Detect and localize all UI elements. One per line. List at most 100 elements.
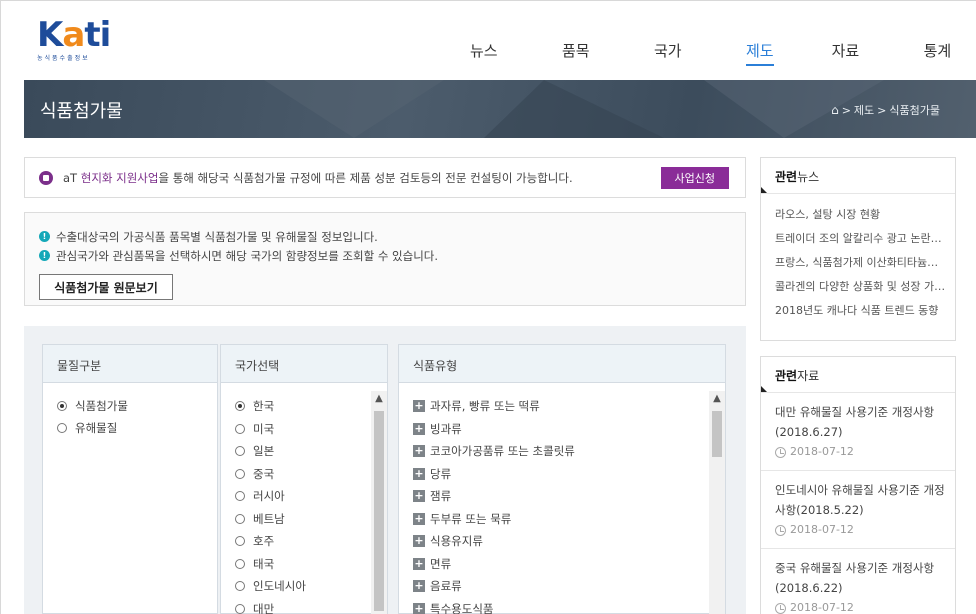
scroll-up-icon[interactable]: ▲ bbox=[371, 393, 387, 404]
country-option[interactable]: 태국 bbox=[235, 553, 387, 576]
data-item[interactable]: 중국 유해물질 사용기준 개정사항(2018.6.22) 2018-07-12 bbox=[761, 549, 955, 614]
country-scrollbar[interactable]: ▲ bbox=[371, 391, 387, 614]
food-type-item[interactable]: + 코코아가공품류 또는 초콜릿류 bbox=[413, 440, 725, 463]
radio-unchecked[interactable] bbox=[235, 491, 245, 502]
apply-button[interactable]: 사업신청 bbox=[660, 167, 729, 189]
radio-unchecked[interactable] bbox=[235, 468, 245, 479]
radio-checked[interactable] bbox=[57, 401, 67, 412]
option-label: 식품첨가물 bbox=[75, 399, 128, 414]
data-item-title[interactable]: 대만 유해물질 사용기준 개정사항(2018.6.27) bbox=[775, 402, 945, 442]
option-label: 태국 bbox=[253, 556, 275, 571]
radio-unchecked[interactable] bbox=[235, 423, 245, 434]
news-link[interactable]: 프랑스, 식품첨가제 이산화티타늄… bbox=[761, 251, 955, 275]
notice-icon bbox=[39, 170, 53, 185]
country-option[interactable]: 호주 bbox=[235, 530, 387, 553]
expand-plus-icon[interactable]: + bbox=[413, 602, 425, 614]
radio-unchecked[interactable] bbox=[235, 558, 245, 569]
expand-plus-icon[interactable]: + bbox=[413, 557, 425, 570]
breadcrumb-item[interactable]: 제도 bbox=[854, 102, 874, 118]
option-label: 호주 bbox=[253, 534, 275, 549]
notice-prefix: aT bbox=[63, 170, 81, 185]
country-option[interactable]: 미국 bbox=[235, 418, 387, 441]
expand-plus-icon[interactable]: + bbox=[413, 535, 425, 548]
related-data-box: 관련자료 대만 유해물질 사용기준 개정사항(2018.6.27) 2018-0… bbox=[760, 356, 956, 614]
scroll-thumb[interactable] bbox=[374, 411, 384, 611]
clock-icon bbox=[775, 602, 786, 614]
food-type-label: 면류 bbox=[430, 556, 452, 571]
country-option[interactable]: 인도네시아 bbox=[235, 575, 387, 598]
title-bold: 관련 bbox=[775, 170, 798, 184]
radio-checked[interactable] bbox=[235, 401, 245, 412]
title-bold: 관련 bbox=[775, 369, 798, 383]
nav-item-data[interactable]: 자료 bbox=[832, 40, 924, 66]
nav-item-items[interactable]: 품목 bbox=[562, 40, 654, 66]
expand-plus-icon[interactable]: + bbox=[413, 400, 425, 413]
nav-item-stats[interactable]: 통계 bbox=[924, 40, 952, 66]
expand-plus-icon[interactable]: + bbox=[413, 490, 425, 503]
breadcrumb-item[interactable]: 식품첨가물 bbox=[889, 102, 940, 118]
food-type-label: 빙과류 bbox=[430, 421, 462, 436]
food-type-item[interactable]: + 면류 bbox=[413, 553, 725, 576]
breadcrumb-separator: > bbox=[841, 103, 851, 117]
view-original-button[interactable]: 식품첨가물 원문보기 bbox=[39, 274, 173, 300]
data-item-title[interactable]: 인도네시아 유해물질 사용기준 개정사항(2018.5.22) bbox=[775, 480, 945, 520]
corner-mark bbox=[761, 187, 767, 193]
news-link[interactable]: 2018년도 캐나다 식품 트렌드 동향 bbox=[761, 299, 955, 323]
radio-unchecked[interactable] bbox=[235, 513, 245, 524]
news-link[interactable]: 콜라겐의 다양한 상품화 및 성장 가… bbox=[761, 275, 955, 299]
option-label: 인도네시아 bbox=[253, 579, 306, 594]
country-option[interactable]: 대만 bbox=[235, 598, 387, 614]
data-item-title[interactable]: 중국 유해물질 사용기준 개정사항(2018.6.22) bbox=[775, 558, 945, 598]
material-option[interactable]: 유해물질 bbox=[57, 418, 217, 438]
country-option[interactable]: 중국 bbox=[235, 463, 387, 486]
scroll-thumb[interactable] bbox=[712, 411, 722, 457]
news-link[interactable]: 트레이더 조의 알칼리수 광고 논란… bbox=[761, 227, 955, 251]
clock-icon bbox=[775, 524, 786, 536]
expand-plus-icon[interactable]: + bbox=[413, 580, 425, 593]
data-item[interactable]: 인도네시아 유해물질 사용기준 개정사항(2018.5.22) 2018-07-… bbox=[761, 471, 955, 549]
food-type-item[interactable]: + 잼류 bbox=[413, 485, 725, 508]
radio-unchecked[interactable] bbox=[235, 536, 245, 547]
option-label: 베트남 bbox=[253, 511, 285, 526]
food-type-label: 음료류 bbox=[430, 579, 462, 594]
site-logo[interactable]: Kati 농식품수출정보 bbox=[37, 18, 111, 62]
data-item[interactable]: 대만 유해물질 사용기준 개정사항(2018.6.27) 2018-07-12 bbox=[761, 393, 955, 471]
country-option[interactable]: 한국 bbox=[235, 395, 387, 418]
food-type-item[interactable]: + 음료류 bbox=[413, 575, 725, 598]
info-icon: ! bbox=[39, 231, 50, 242]
home-icon[interactable]: ⌂ bbox=[831, 103, 839, 117]
radio-unchecked[interactable] bbox=[235, 581, 245, 592]
country-option[interactable]: 러시아 bbox=[235, 485, 387, 508]
option-label: 유해물질 bbox=[75, 420, 118, 435]
food-type-item[interactable]: + 두부류 또는 묵류 bbox=[413, 508, 725, 531]
food-type-panel: 식품유형 + 과자류, 빵류 또는 떡류 + 빙과류 + 코코아가공품류 또는 초콜릿… bbox=[398, 344, 726, 614]
expand-plus-icon[interactable]: + bbox=[413, 467, 425, 480]
radio-unchecked[interactable] bbox=[235, 603, 245, 614]
expand-plus-icon[interactable]: + bbox=[413, 422, 425, 435]
expand-plus-icon[interactable]: + bbox=[413, 512, 425, 525]
food-type-item[interactable]: + 당류 bbox=[413, 463, 725, 486]
option-label: 러시아 bbox=[253, 489, 285, 504]
option-label: 미국 bbox=[253, 421, 275, 436]
material-option[interactable]: 식품첨가물 bbox=[57, 395, 217, 418]
food-type-label: 당류 bbox=[430, 466, 452, 481]
food-type-scrollbar[interactable]: ▲ bbox=[709, 391, 725, 614]
notice-link[interactable]: 현지화 지원사업 bbox=[81, 171, 159, 185]
food-type-item[interactable]: + 빙과류 bbox=[413, 418, 725, 441]
page-title: 식품첨가물 bbox=[40, 101, 123, 122]
country-option[interactable]: 일본 bbox=[235, 440, 387, 463]
related-news-title: 관련뉴스 bbox=[761, 158, 955, 194]
country-option[interactable]: 베트남 bbox=[235, 508, 387, 531]
related-data-title: 관련자료 bbox=[761, 357, 955, 393]
radio-unchecked[interactable] bbox=[57, 422, 67, 433]
news-link[interactable]: 라오스, 설탕 시장 현황 bbox=[761, 203, 955, 227]
expand-plus-icon[interactable]: + bbox=[413, 445, 425, 458]
food-type-item[interactable]: + 식용유지류 bbox=[413, 530, 725, 553]
nav-item-regulation[interactable]: 제도 bbox=[746, 40, 774, 66]
nav-item-country[interactable]: 국가 bbox=[654, 40, 746, 66]
radio-unchecked[interactable] bbox=[235, 446, 245, 457]
food-type-item[interactable]: + 특수용도식품 bbox=[413, 598, 725, 614]
scroll-up-icon[interactable]: ▲ bbox=[709, 393, 725, 404]
food-type-item[interactable]: + 과자류, 빵류 또는 떡류 bbox=[413, 395, 725, 418]
nav-item-news[interactable]: 뉴스 bbox=[470, 40, 562, 66]
